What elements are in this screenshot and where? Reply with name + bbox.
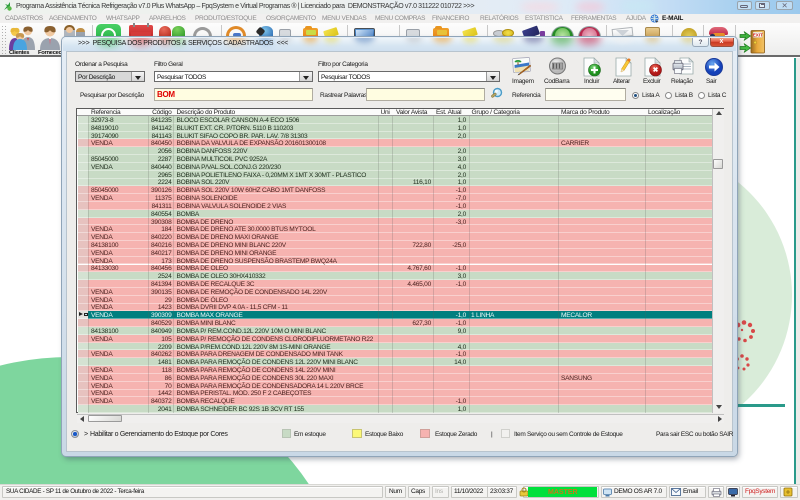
svg-text:EXIT: EXIT (753, 32, 763, 37)
